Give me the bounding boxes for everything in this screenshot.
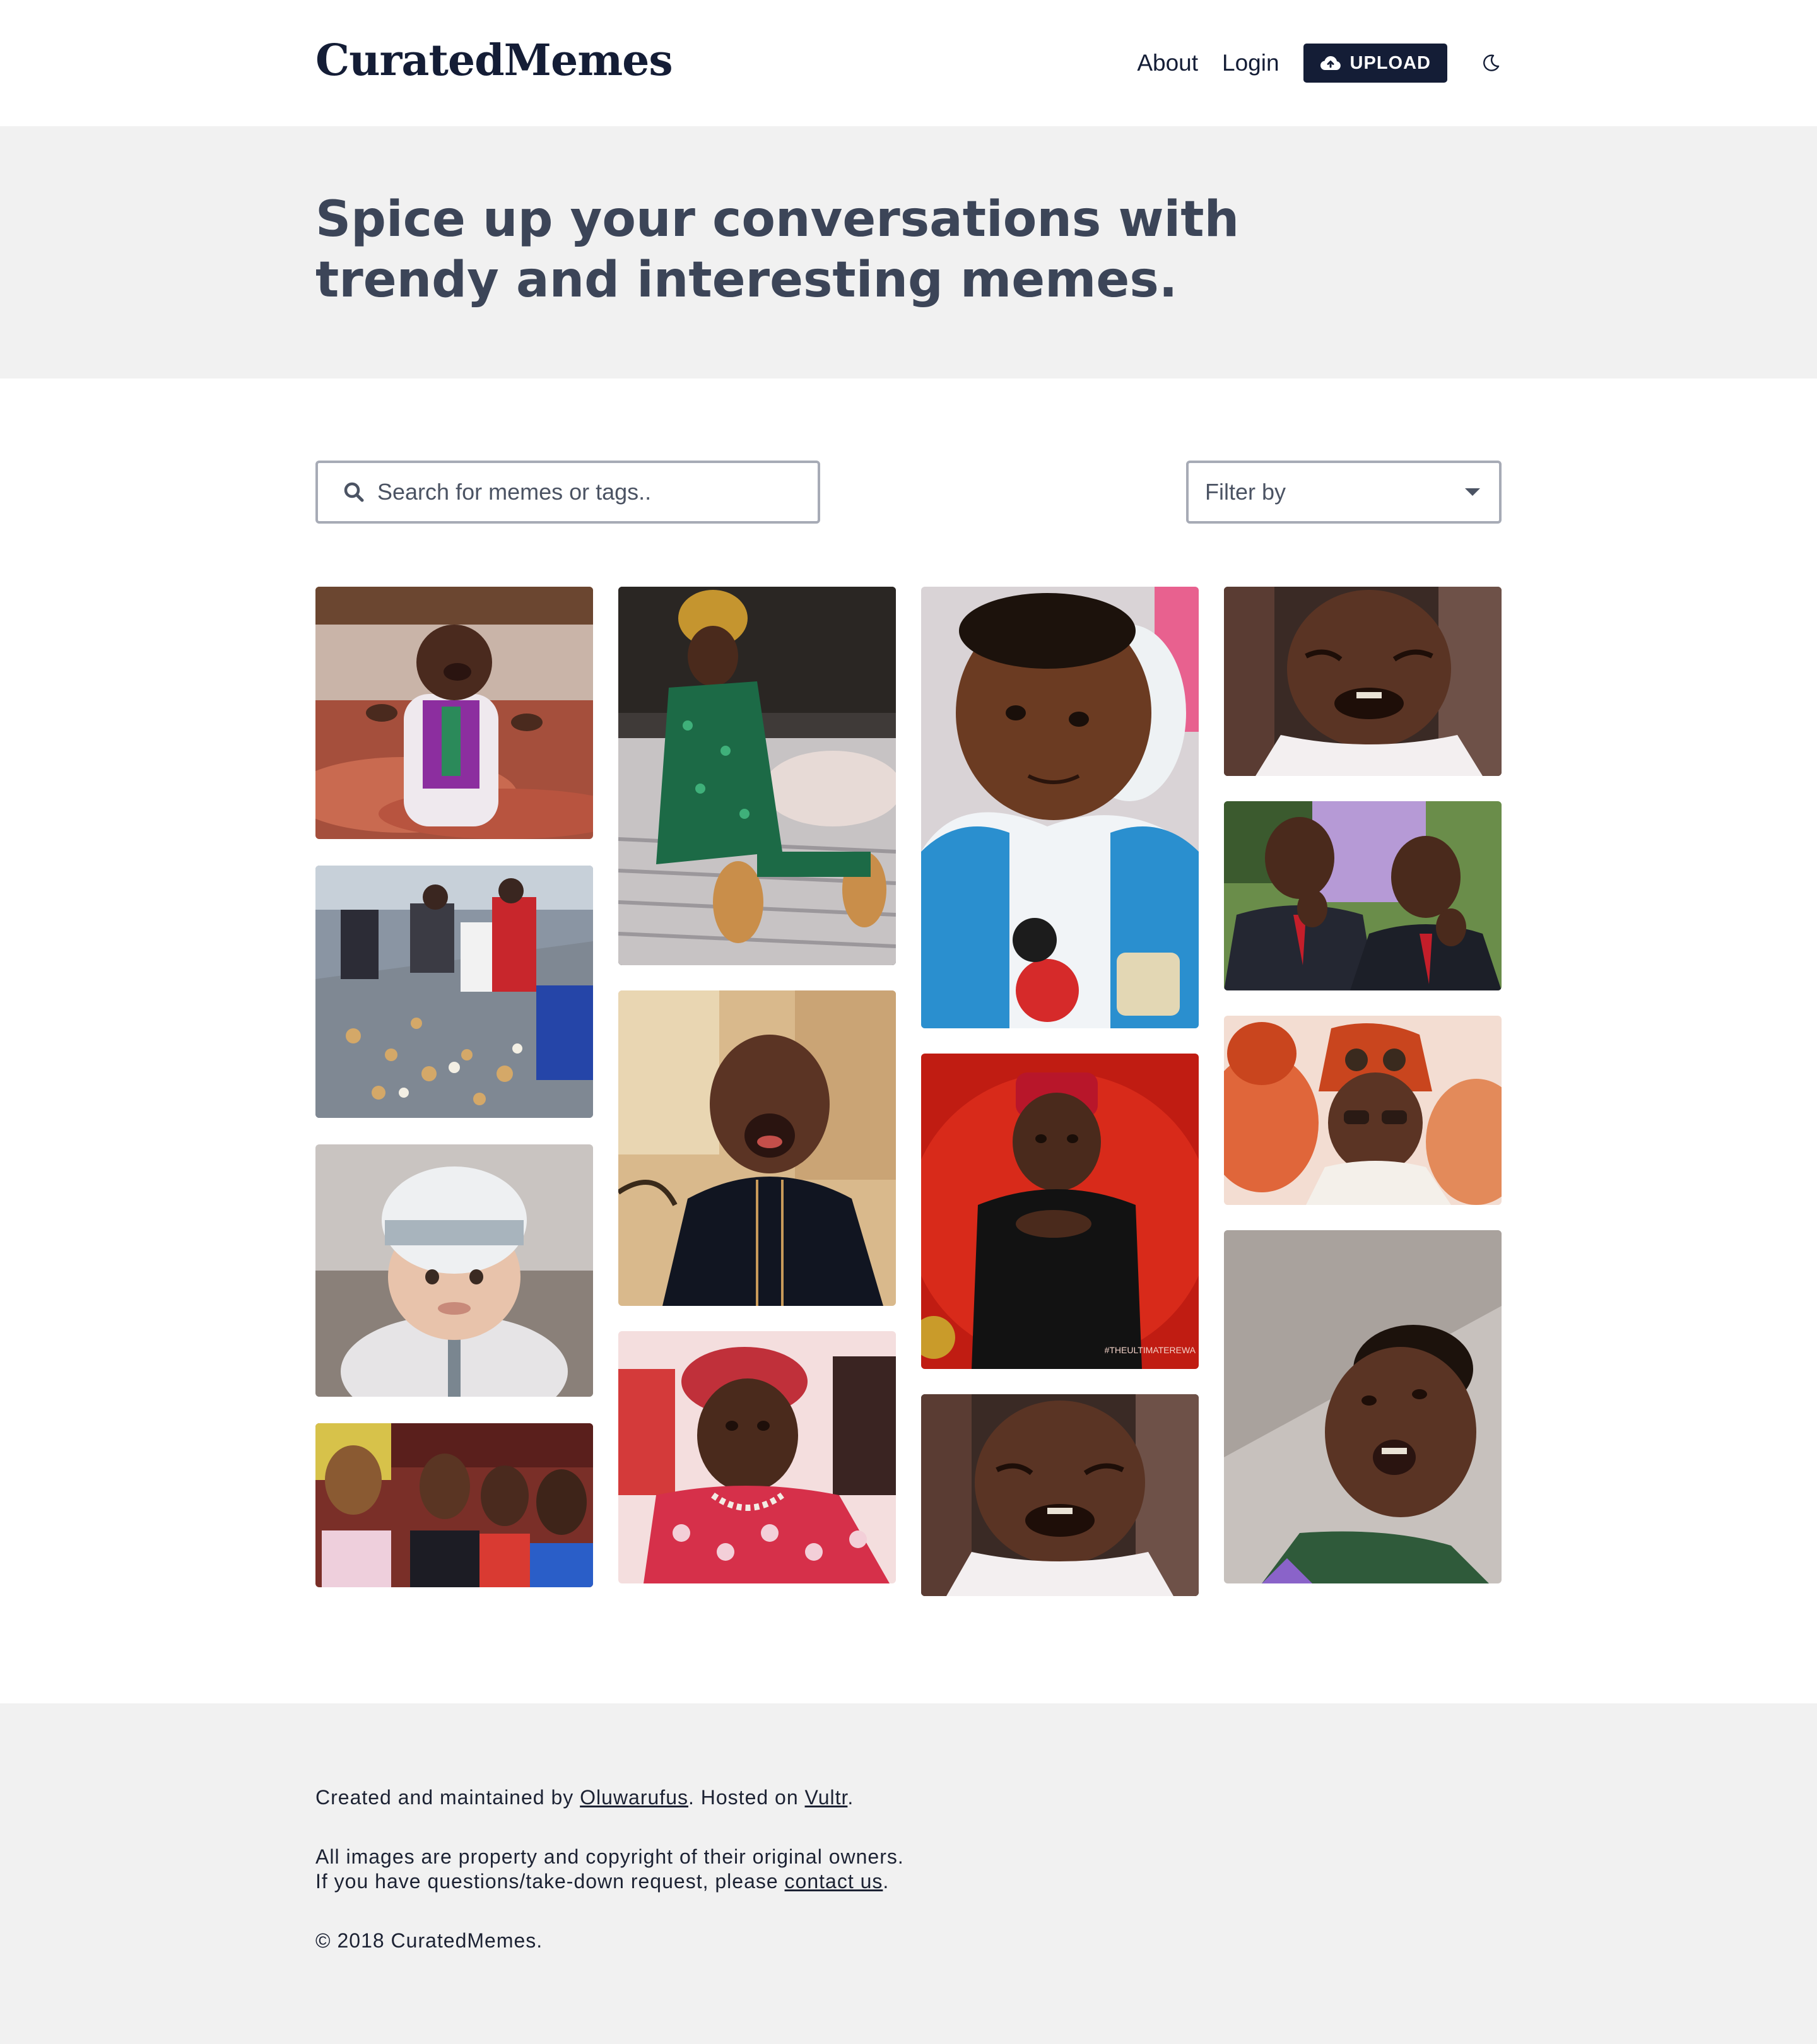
moon-icon xyxy=(1483,54,1500,71)
footer-credits: Created and maintained by Oluwarufus. Ho… xyxy=(315,1785,904,1810)
filter-select-value: Filter by xyxy=(1205,479,1286,505)
meme-image: #THEULTIMATEREWA xyxy=(921,1054,1199,1369)
hero-title-line-1: Spice up your conversations with xyxy=(315,191,1240,248)
meme-man-sitting-on-bed[interactable] xyxy=(618,587,896,965)
footer-copyright: © 2018 CuratedMemes. xyxy=(315,1929,543,1952)
meme-image xyxy=(315,587,593,839)
footer-copyright-notice: All images are property and copyright of… xyxy=(315,1845,904,1894)
meme-image xyxy=(1224,1230,1502,1583)
meme-image xyxy=(921,587,1199,1028)
meme-woman-red-beret[interactable] xyxy=(618,1331,896,1583)
footer-takedown-text: If you have questions/take-down request,… xyxy=(315,1870,785,1893)
meme-man-crying-2[interactable] xyxy=(1224,587,1502,776)
meme-image xyxy=(315,1423,593,1587)
meme-caption: #THEULTIMATEREWA xyxy=(1105,1345,1196,1355)
meme-image xyxy=(315,1144,593,1397)
meme-gallery: #THEULTIMATEREWA xyxy=(315,587,1502,1596)
author-link[interactable]: Oluwarufus xyxy=(580,1786,688,1809)
meme-man-hat-glasses[interactable] xyxy=(1224,1016,1502,1205)
footer-period: . xyxy=(847,1786,854,1809)
main-nav: About Login UPLOAD xyxy=(1137,43,1502,83)
upload-button[interactable]: UPLOAD xyxy=(1303,44,1447,83)
cloud-upload-icon xyxy=(1320,56,1341,71)
meme-boy-looking-up[interactable] xyxy=(1224,1230,1502,1583)
meme-baby-white-hat[interactable] xyxy=(315,1144,593,1397)
contact-link[interactable]: contact us xyxy=(785,1870,883,1893)
meme-image xyxy=(618,587,896,965)
nav-login-link[interactable]: Login xyxy=(1222,50,1279,76)
site-footer: Created and maintained by Oluwarufus. Ho… xyxy=(0,1703,1817,2044)
footer-content: Created and maintained by Oluwarufus. Ho… xyxy=(315,1785,904,1988)
footer-hosted-text: . Hosted on xyxy=(688,1786,805,1809)
meme-image xyxy=(921,1394,1199,1596)
meme-women-shocked[interactable] xyxy=(315,1423,593,1587)
meme-man-red-cap[interactable]: #THEULTIMATEREWA xyxy=(921,1054,1199,1369)
meme-laughing-child[interactable] xyxy=(315,587,593,839)
meme-image xyxy=(618,990,896,1306)
filter-select[interactable]: Filter by xyxy=(1186,461,1502,524)
meme-crowd-picking-food[interactable] xyxy=(315,866,593,1118)
footer-copyright-line: All images are property and copyright of… xyxy=(315,1845,904,1868)
meme-smiling-toddler[interactable] xyxy=(921,587,1199,1028)
gallery-controls: Filter by xyxy=(315,461,1502,524)
meme-image xyxy=(618,1331,896,1583)
site-logo[interactable]: CuratedMemes xyxy=(315,35,673,86)
footer-period: . xyxy=(883,1870,890,1893)
search-input[interactable] xyxy=(377,479,781,505)
nav-about-link[interactable]: About xyxy=(1137,50,1198,76)
search-box[interactable] xyxy=(315,461,820,524)
meme-image xyxy=(315,866,593,1118)
search-icon xyxy=(344,482,364,502)
upload-button-label: UPLOAD xyxy=(1350,52,1431,73)
meme-man-shouting[interactable] xyxy=(618,990,896,1306)
chevron-down-icon xyxy=(1465,488,1480,496)
meme-man-crying[interactable] xyxy=(921,1394,1199,1596)
meme-two-men-pondering[interactable] xyxy=(1224,801,1502,990)
meme-image xyxy=(1224,587,1502,776)
meme-image xyxy=(1224,1016,1502,1205)
theme-toggle[interactable] xyxy=(1480,52,1502,74)
hero-banner: Spice up your conversations with trendy … xyxy=(0,126,1817,379)
hero-title: Spice up your conversations with trendy … xyxy=(315,189,1262,310)
footer-credits-text: Created and maintained by xyxy=(315,1786,580,1809)
host-link[interactable]: Vultr xyxy=(805,1786,848,1809)
meme-image xyxy=(1224,801,1502,990)
hero-title-line-2: trendy and interesting memes. xyxy=(315,252,1178,308)
site-header: CuratedMemes About Login UPLOAD xyxy=(0,0,1817,126)
